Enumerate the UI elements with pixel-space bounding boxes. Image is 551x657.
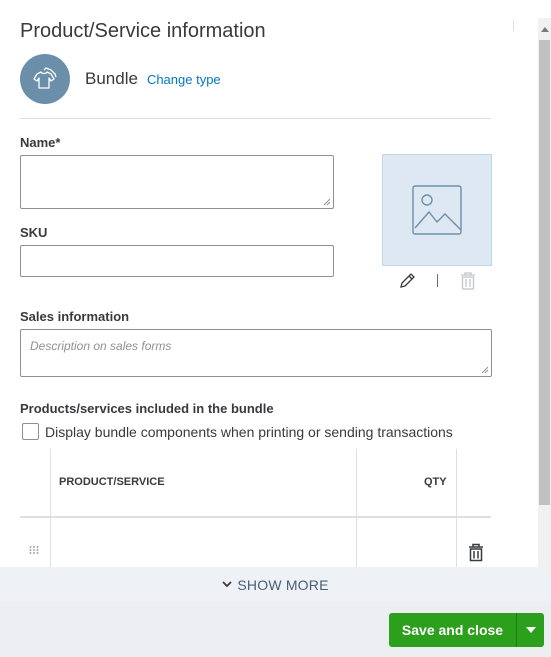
change-type-link[interactable]: Change type — [147, 72, 221, 87]
chevron-down-icon — [222, 581, 233, 588]
sales-description-placeholder: Description on sales forms — [30, 339, 172, 353]
resize-grip-icon[interactable] — [481, 366, 489, 374]
show-more-label: SHOW MORE — [237, 576, 329, 593]
save-options-dropdown[interactable] — [516, 613, 544, 647]
type-row: Bundle Change type — [20, 54, 221, 104]
sku-field[interactable] — [20, 245, 334, 277]
name-field[interactable] — [20, 155, 334, 209]
image-actions — [398, 270, 488, 292]
display-components-label: Display bundle components when printing … — [45, 423, 453, 440]
column-divider — [456, 449, 457, 567]
column-divider — [50, 449, 51, 567]
save-and-close-button[interactable]: Save and close — [389, 613, 516, 647]
panel-title: Product/Service information — [20, 20, 266, 42]
type-name: Bundle — [85, 69, 138, 88]
resize-grip-icon[interactable] — [323, 198, 331, 206]
name-label: Name* — [20, 135, 61, 150]
save-button-group: Save and close — [389, 613, 544, 647]
footer: Save and close — [0, 602, 551, 657]
separator — [437, 274, 438, 287]
bundle-items-table: PRODUCT/SERVICE QTY — [20, 449, 491, 567]
sales-info-label: Sales information — [20, 309, 130, 324]
scroll-up-arrow-icon[interactable] — [541, 27, 549, 32]
column-header-qty: QTY — [424, 476, 447, 488]
bundle-display-option: Display bundle components when printing … — [22, 423, 453, 440]
scroll-indicator — [513, 20, 514, 31]
delete-row-icon[interactable] — [468, 543, 484, 562]
column-divider — [356, 449, 357, 567]
scrollbar-thumb[interactable] — [539, 40, 550, 505]
display-components-checkbox[interactable] — [22, 423, 39, 440]
caret-down-icon — [525, 627, 536, 633]
show-more-button[interactable]: SHOW MORE — [0, 567, 551, 602]
header-divider — [20, 516, 491, 518]
bundle-shirt-icon — [20, 54, 70, 104]
drag-handle-icon[interactable] — [29, 545, 39, 555]
sales-description-field[interactable]: Description on sales forms — [20, 329, 492, 377]
trash-icon[interactable] — [459, 271, 477, 291]
row-product-cell[interactable] — [60, 541, 350, 561]
row-qty-cell[interactable] — [366, 541, 450, 561]
image-placeholder-icon — [412, 185, 462, 235]
sku-label: SKU — [20, 225, 48, 240]
pencil-icon[interactable] — [398, 272, 416, 290]
product-service-panel: Product/Service information Bundle Chang… — [0, 0, 538, 567]
column-header-product: PRODUCT/SERVICE — [59, 476, 165, 488]
divider — [20, 118, 491, 119]
bundle-section-label: Products/services included in the bundle — [20, 401, 274, 416]
image-upload-area[interactable] — [382, 154, 492, 266]
vertical-scrollbar[interactable] — [538, 18, 551, 567]
